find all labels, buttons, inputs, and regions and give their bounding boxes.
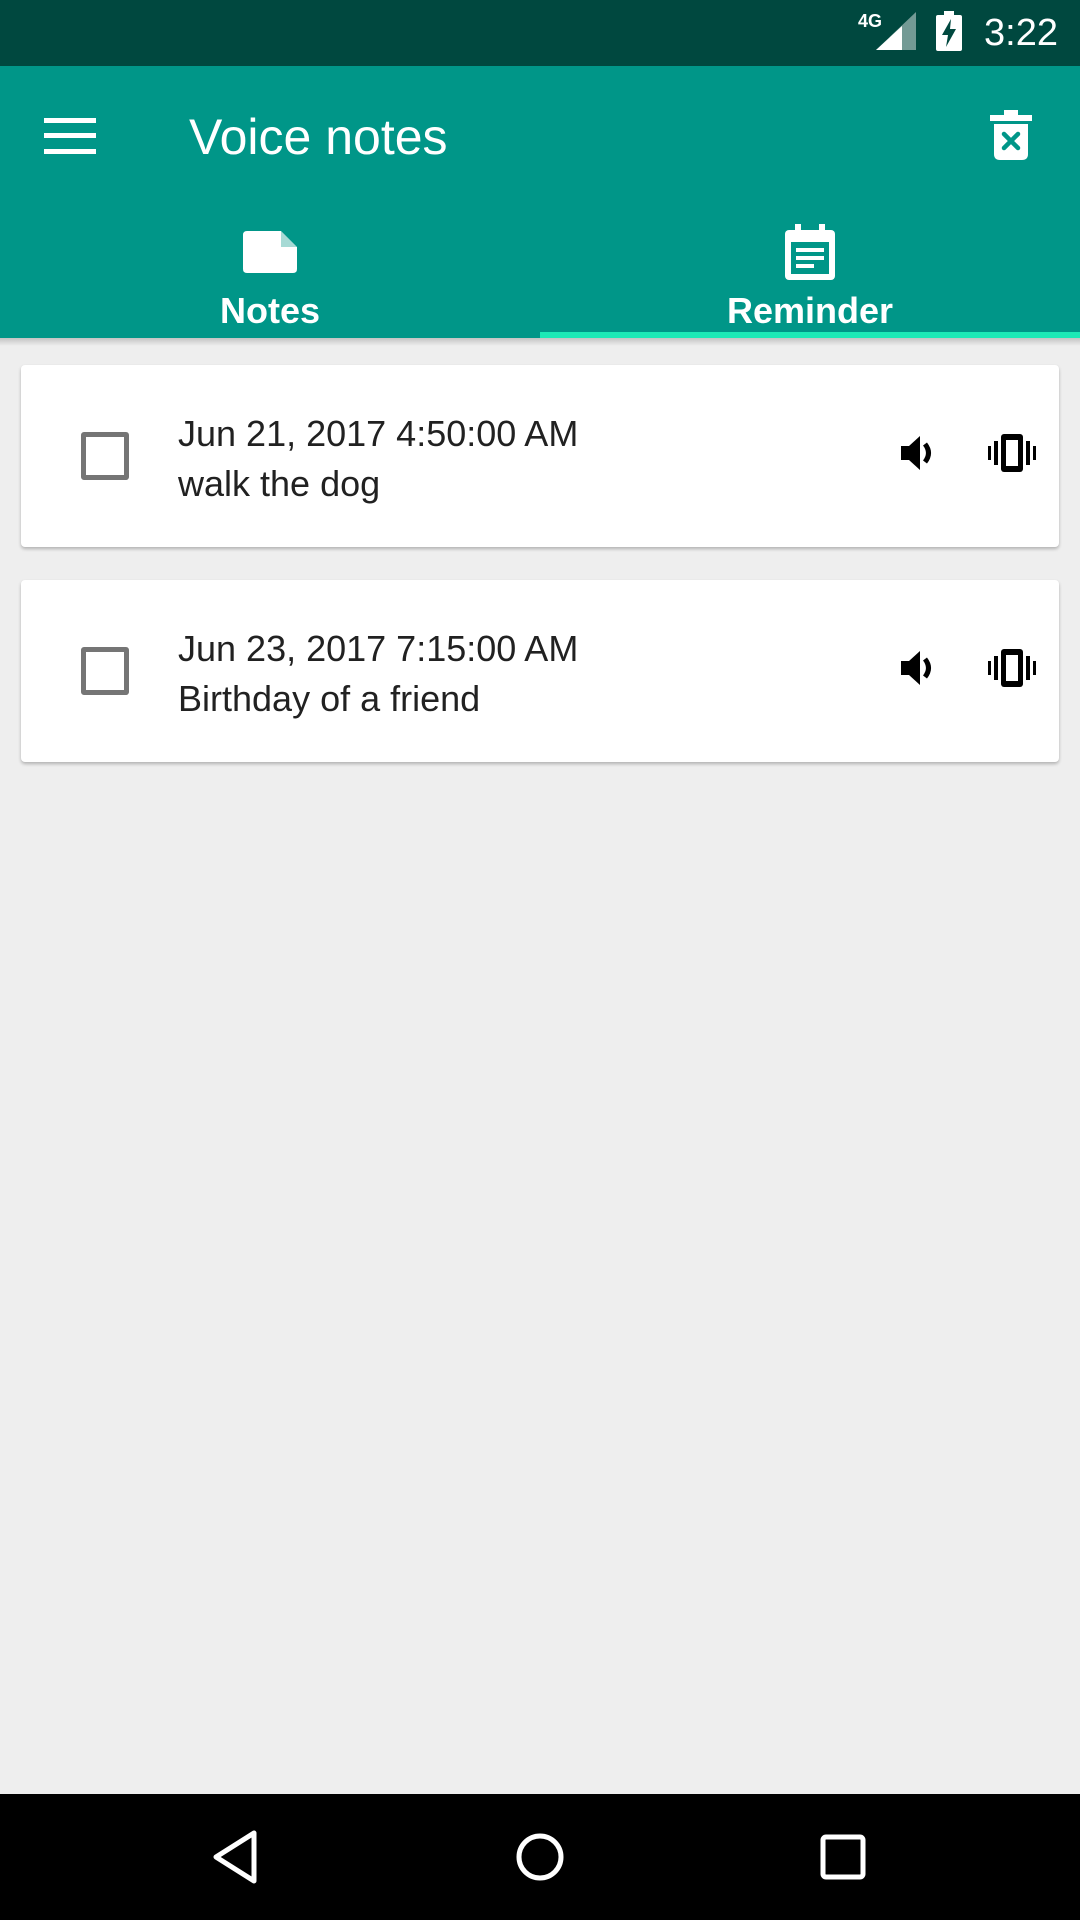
volume-icon[interactable] [901,648,947,694]
signal-icon [876,11,917,55]
tab-notes[interactable]: Notes [0,214,540,338]
vibrate-icon[interactable] [988,433,1040,479]
navigation-bar [0,1794,1080,1920]
menu-icon[interactable] [44,116,104,166]
app-bar: Voice notes Notes Reminder [0,66,1080,338]
calendar-icon [785,222,835,282]
back-icon[interactable] [210,1829,266,1885]
tab-bar: Notes Reminder [0,214,1080,338]
delete-icon[interactable] [990,110,1042,170]
status-time: 3:22 [984,11,1058,54]
reminder-text: walk the dog [178,463,381,504]
reminder-checkbox[interactable] [81,647,129,695]
reminder-text: Birthday of a friend [178,678,481,719]
status-bar: 4G 3:22 [0,0,1080,66]
toolbar: Voice notes [0,66,1080,214]
reminder-checkbox[interactable] [81,432,129,480]
volume-icon[interactable] [901,433,947,479]
tab-label: Reminder [726,290,894,331]
network-type: 4G [858,10,883,31]
home-icon[interactable] [512,1829,568,1885]
battery-charging-icon [936,10,963,56]
tab-reminder[interactable]: Reminder [540,214,1080,338]
list-item[interactable]: Jun 21, 2017 4:50:00 AM walk the dog [21,365,1059,547]
page-title: Voice notes [189,109,448,165]
app-bar-shadow [0,338,1080,346]
reminder-date: Jun 21, 2017 4:50:00 AM [178,413,579,454]
note-icon [243,222,297,282]
vibrate-icon[interactable] [988,648,1040,694]
list-item[interactable]: Jun 23, 2017 7:15:00 AM Birthday of a fr… [21,580,1059,762]
recents-icon[interactable] [815,1829,871,1885]
tab-label: Notes [219,290,321,331]
reminder-date: Jun 23, 2017 7:15:00 AM [178,628,579,669]
